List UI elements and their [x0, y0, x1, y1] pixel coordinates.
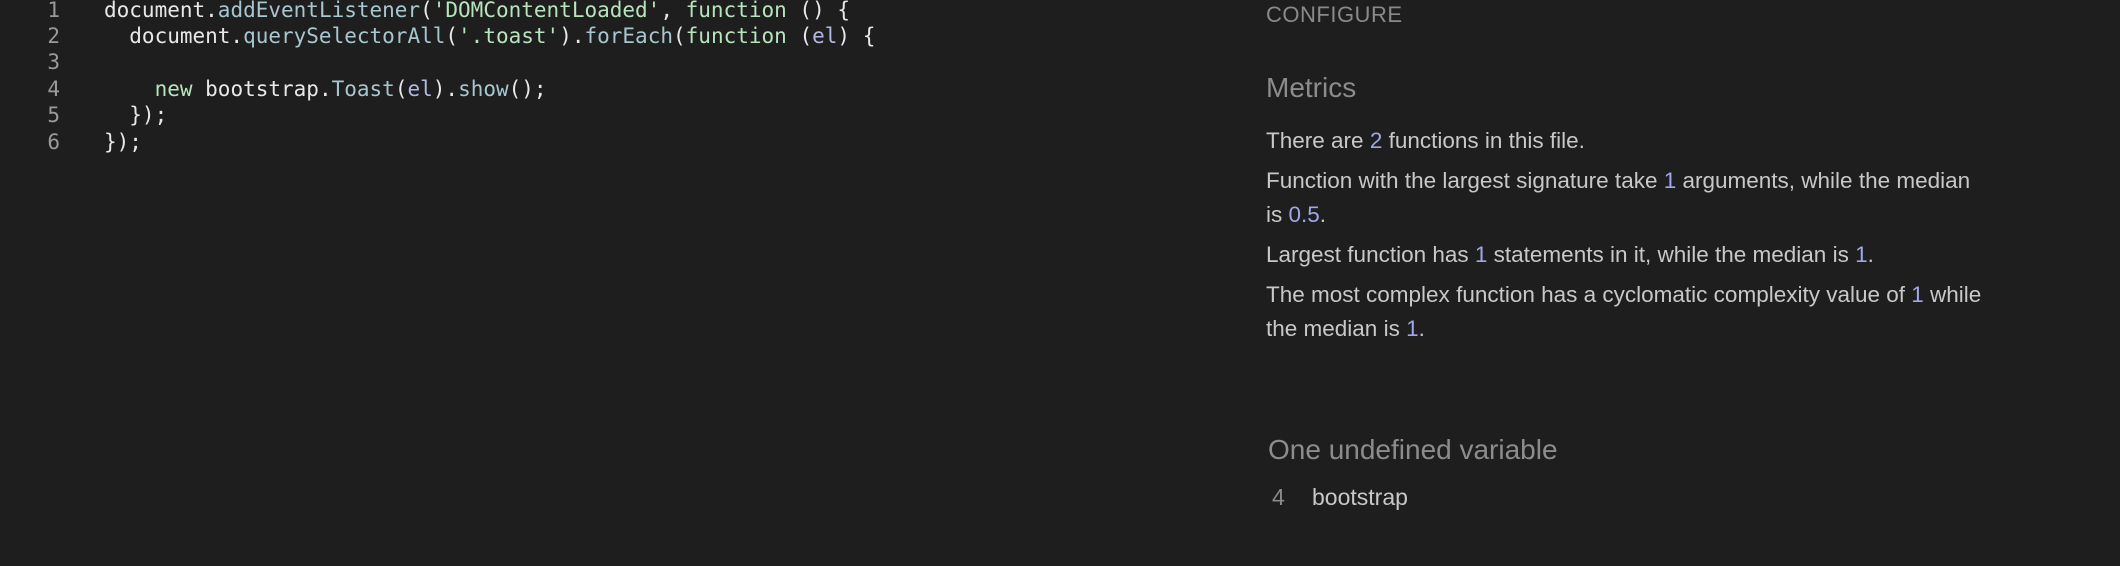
code-token: addEventListener: [217, 0, 421, 22]
code-text: document.addEventListener('DOMContentLoa…: [104, 0, 850, 22]
code-line: 3: [0, 49, 104, 75]
code-token: el: [407, 77, 433, 101]
code-line: 6 });: [0, 129, 142, 155]
line-number: 2: [47, 24, 60, 48]
metric-item: Function with the largest signature take…: [1266, 164, 1986, 232]
metric-item: There are 2 functions in this file.: [1266, 124, 1986, 158]
code-line: 1 document.addEventListener('DOMContentL…: [0, 0, 850, 23]
line-number: 5: [47, 103, 60, 127]
code-editor[interactable]: 1 document.addEventListener('DOMContentL…: [0, 0, 1240, 566]
undefined-variable-line: 4: [1272, 484, 1285, 510]
undefined-variable-name: bootstrap: [1312, 484, 1408, 510]
undefined-variable-row[interactable]: 4 bootstrap: [1272, 484, 1408, 511]
code-text: });: [104, 130, 142, 154]
code-token: querySelectorAll: [243, 24, 446, 48]
code-token: bootstrap.: [192, 77, 332, 101]
code-token: });: [104, 130, 142, 154]
metric-text: Function with the largest signature take: [1266, 168, 1664, 193]
code-token: (: [673, 24, 686, 48]
metric-text: The most complex function has a cyclomat…: [1266, 282, 1912, 307]
code-token: '.toast': [458, 24, 560, 48]
metrics-list: There are 2 functions in this file. Func…: [1266, 124, 1986, 352]
metric-item: Largest function has 1 statements in it,…: [1266, 238, 1986, 272]
metric-value: 1: [1406, 316, 1419, 341]
metric-value: 1: [1663, 168, 1677, 193]
code-token: 'DOMContentLoaded': [432, 0, 661, 22]
line-number: 4: [47, 77, 60, 101]
code-token: (: [420, 0, 433, 22]
line-number: 1: [47, 0, 60, 22]
code-line: 5 });: [0, 102, 167, 128]
code-token: function: [685, 0, 787, 22]
code-token: new: [154, 77, 193, 101]
metric-text: .: [1319, 202, 1327, 227]
configure-link[interactable]: CONFIGURE: [1266, 2, 1403, 28]
metric-value: 1: [1855, 242, 1868, 267]
metric-value: 0.5: [1288, 202, 1320, 227]
undefined-variables-heading: One undefined variable: [1268, 434, 1558, 465]
metrics-heading: Metrics: [1266, 72, 1357, 103]
code-token: (: [786, 24, 813, 48]
code-token: ).: [559, 24, 585, 48]
code-token: document.: [104, 24, 244, 48]
code-token: (: [445, 24, 459, 48]
code-token: });: [104, 103, 168, 127]
metric-value: 1: [1911, 282, 1924, 307]
code-token: document.: [104, 0, 218, 22]
metric-text: .: [1867, 242, 1874, 267]
code-text: new bootstrap.Toast(el).show();: [104, 77, 547, 101]
code-token: function: [685, 24, 787, 48]
code-line: 2 document.querySelectorAll('.toast').fo…: [0, 23, 875, 49]
metric-text: functions in this file.: [1382, 128, 1585, 153]
metric-value: 2: [1369, 128, 1383, 153]
line-number: 6: [47, 130, 60, 154]
code-token: ();: [508, 77, 547, 101]
code-token: forEach: [584, 24, 673, 48]
code-text: document.querySelectorAll('.toast').forE…: [104, 24, 875, 48]
code-token: () {: [786, 0, 850, 22]
analysis-panel: CONFIGURE Metrics There are 2 functions …: [1266, 0, 1981, 566]
code-text: });: [104, 103, 167, 127]
code-token: Toast: [331, 77, 395, 101]
code-token: ) {: [837, 24, 876, 48]
code-token: el: [812, 24, 838, 48]
metric-text: .: [1418, 316, 1425, 341]
metric-text: statements in it, while the median is: [1487, 242, 1856, 267]
code-token: ,: [660, 0, 686, 22]
metric-item: The most complex function has a cyclomat…: [1266, 278, 1986, 346]
metric-value: 1: [1474, 242, 1488, 267]
line-number: 3: [47, 50, 60, 74]
code-token: ).: [432, 77, 459, 101]
code-token: (: [394, 77, 408, 101]
metric-text: Largest function has: [1266, 242, 1475, 267]
code-line: 4 new bootstrap.Toast(el).show();: [0, 76, 547, 102]
code-token: show: [458, 77, 509, 101]
metric-text: There are: [1266, 128, 1370, 153]
